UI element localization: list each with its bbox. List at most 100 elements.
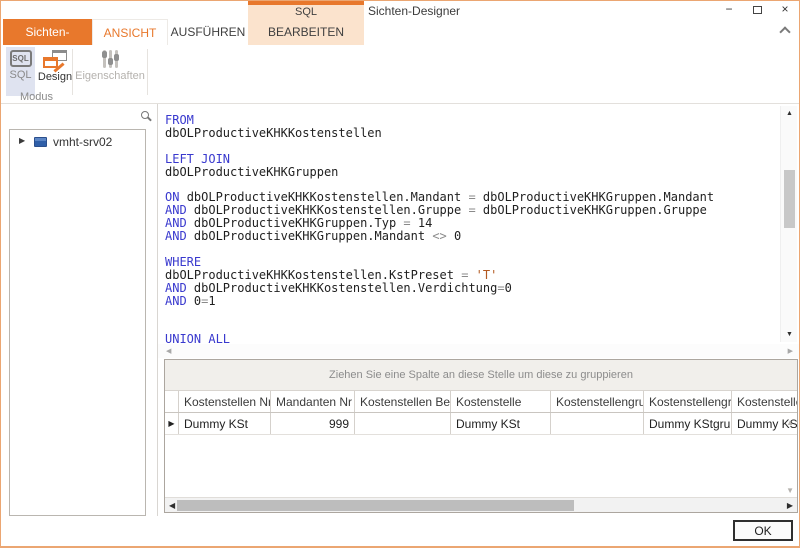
row-indicator: ▶	[165, 413, 179, 434]
minimize-button[interactable]: −	[721, 3, 737, 17]
tab-ausfuehren[interactable]: AUSFÜHREN	[168, 19, 248, 45]
grid-scroll-left-icon[interactable]: ◀	[169, 501, 175, 510]
ribbon: SQL SQL Design Eigenschaften Modus	[1, 45, 799, 104]
grid-horizontal-scrollbar[interactable]: ◀ ▶	[165, 497, 797, 512]
column-header[interactable]: Kostenstellengruppe	[644, 391, 732, 412]
tab-bearbeiten[interactable]: BEARBEITEN	[248, 19, 364, 45]
column-header[interactable]: Kostenstelle	[451, 391, 551, 412]
tree-item-server[interactable]: ▶ vmht-srv02	[10, 134, 145, 152]
column-header[interactable]: Kostenstelle	[732, 391, 798, 412]
code-line: AND dbOLProductiveKHKKostenstellen.Verdi…	[165, 282, 714, 295]
title-bar: SQL Sichten-Designer − ×	[1, 1, 799, 19]
content-area: ▶ vmht-srv02 FROMdbOLProductiveKHKKosten…	[1, 104, 799, 516]
code-token: 0	[454, 229, 461, 243]
modus-group-label: Modus	[1, 91, 72, 103]
close-button[interactable]: ×	[777, 3, 793, 17]
column-header[interactable]: Mandanten Nr	[271, 391, 355, 412]
code-token: AND	[165, 294, 194, 308]
scroll-thumb[interactable]	[784, 170, 795, 228]
table-cell[interactable]: Dummy KStgruppe	[644, 413, 732, 434]
code-line	[165, 321, 714, 334]
code-token: dbOLProductiveKHKKostenstellen.Verdichtu…	[194, 281, 497, 295]
search-input[interactable]	[7, 106, 135, 124]
eigenschaften-button: Eigenschaften	[77, 47, 143, 96]
code-token: =	[468, 203, 482, 217]
code-token: ON	[165, 190, 187, 204]
code-token: AND	[165, 229, 194, 243]
sql-editor[interactable]: FROMdbOLProductiveKHKKostenstellen LEFT …	[158, 104, 800, 358]
table-cell[interactable]: 999	[271, 413, 355, 434]
code-token: =	[468, 190, 482, 204]
code-line: dbOLProductiveKHKKostenstellen	[165, 127, 714, 140]
design-icon	[43, 50, 67, 69]
column-header[interactable]: Kostenstellen Bez	[355, 391, 451, 412]
sql-mode-label: SQL	[9, 69, 31, 81]
code-token: dbOLProductiveKHKGruppen.Gruppe	[483, 203, 707, 217]
code-token: dbOLProductiveKHKKostenstellen.Mandant	[187, 190, 469, 204]
app-window: SQL Sichten-Designer − × Sichten-Designe…	[0, 0, 800, 548]
code-line: AND dbOLProductiveKHKGruppen.Mandant <> …	[165, 230, 714, 243]
code-token: dbOLProductiveKHKKostenstellen	[165, 126, 382, 140]
ok-button[interactable]: OK	[733, 520, 793, 541]
column-header[interactable]: Kostenstellengrup...	[551, 391, 644, 412]
sliders-icon	[100, 50, 120, 68]
code-token: dbOLProductiveKHKGruppen	[165, 165, 338, 179]
sql-code: FROMdbOLProductiveKHKKostenstellen LEFT …	[165, 114, 714, 346]
table-row[interactable]: ▶ Dummy KSt999Dummy KStDummy KStgruppeDu…	[165, 413, 797, 435]
scroll-up-icon[interactable]: ▲	[781, 110, 798, 117]
editor-horizontal-scrollbar[interactable]: ◀ ▶	[158, 344, 800, 358]
code-line	[165, 140, 714, 153]
maximize-button[interactable]	[749, 3, 765, 17]
code-token: AND	[165, 281, 194, 295]
window-title: Sichten-Designer	[368, 4, 460, 18]
collapse-ribbon-icon[interactable]	[779, 26, 790, 37]
server-icon	[34, 137, 47, 147]
footer-bar: OK	[1, 516, 799, 547]
column-header[interactable]: Kostenstellen Nr	[179, 391, 271, 412]
tab-ansicht[interactable]: ANSICHT	[92, 19, 168, 45]
code-line: dbOLProductiveKHKGruppen	[165, 166, 714, 179]
sql-mode-button[interactable]: SQL SQL	[6, 47, 35, 96]
code-token: 'T'	[476, 268, 498, 282]
scroll-left-icon[interactable]: ◀	[166, 347, 171, 355]
result-grid: Ziehen Sie eine Spalte an diese Stelle u…	[164, 359, 798, 513]
search-icon	[141, 111, 149, 119]
code-line	[165, 243, 714, 256]
code-line	[165, 308, 714, 321]
scroll-down-icon[interactable]: ▼	[781, 331, 798, 338]
code-token: dbOLProductiveKHKGruppen.Typ	[194, 216, 404, 230]
table-cell[interactable]: Dummy KSt	[179, 413, 271, 434]
code-token: dbOLProductiveKHKKostenstellen.Gruppe	[194, 203, 469, 217]
code-token: dbOLProductiveKHKGruppen.Mandant	[194, 229, 432, 243]
expander-icon[interactable]: ▶	[19, 136, 25, 145]
header-indicator-cell	[165, 391, 179, 412]
tree-item-label: vmht-srv02	[53, 135, 112, 149]
code-token: AND	[165, 203, 194, 217]
code-token: FROM	[165, 113, 194, 127]
table-cell[interactable]	[355, 413, 451, 434]
group-separator	[147, 49, 148, 95]
server-explorer-panel: ▶ vmht-srv02	[1, 104, 157, 516]
code-line: AND 0=1	[165, 295, 714, 308]
scroll-right-icon[interactable]: ▶	[788, 347, 793, 355]
table-cell[interactable]	[551, 413, 644, 434]
code-token: AND	[165, 216, 194, 230]
tab-sichten-designer[interactable]: Sichten-Designer	[3, 19, 92, 45]
code-token: dbOLProductiveKHKGruppen.Mandant	[483, 190, 714, 204]
code-token: LEFT JOIN	[165, 152, 230, 166]
server-tree: ▶ vmht-srv02	[9, 129, 146, 516]
code-token: <>	[432, 229, 454, 243]
grid-scroll-thumb[interactable]	[177, 500, 574, 511]
code-token: =	[497, 281, 504, 295]
grid-scroll-down-icon[interactable]: ▼	[786, 486, 794, 495]
editor-vertical-scrollbar[interactable]: ▲ ▼	[780, 106, 797, 342]
grid-group-panel[interactable]: Ziehen Sie eine Spalte an diese Stelle u…	[165, 360, 797, 391]
contextual-group-header: SQL	[248, 5, 364, 19]
design-mode-button[interactable]: Design	[36, 47, 74, 96]
code-token: =	[403, 216, 417, 230]
grid-header-row: Kostenstellen NrMandanten NrKostenstelle…	[165, 391, 797, 413]
grid-scroll-right-icon[interactable]: ▶	[787, 501, 793, 510]
eigenschaften-label: Eigenschaften	[75, 70, 145, 82]
table-cell[interactable]: Dummy KSt	[451, 413, 551, 434]
grid-scroll-up-icon[interactable]: ▲	[786, 418, 794, 427]
